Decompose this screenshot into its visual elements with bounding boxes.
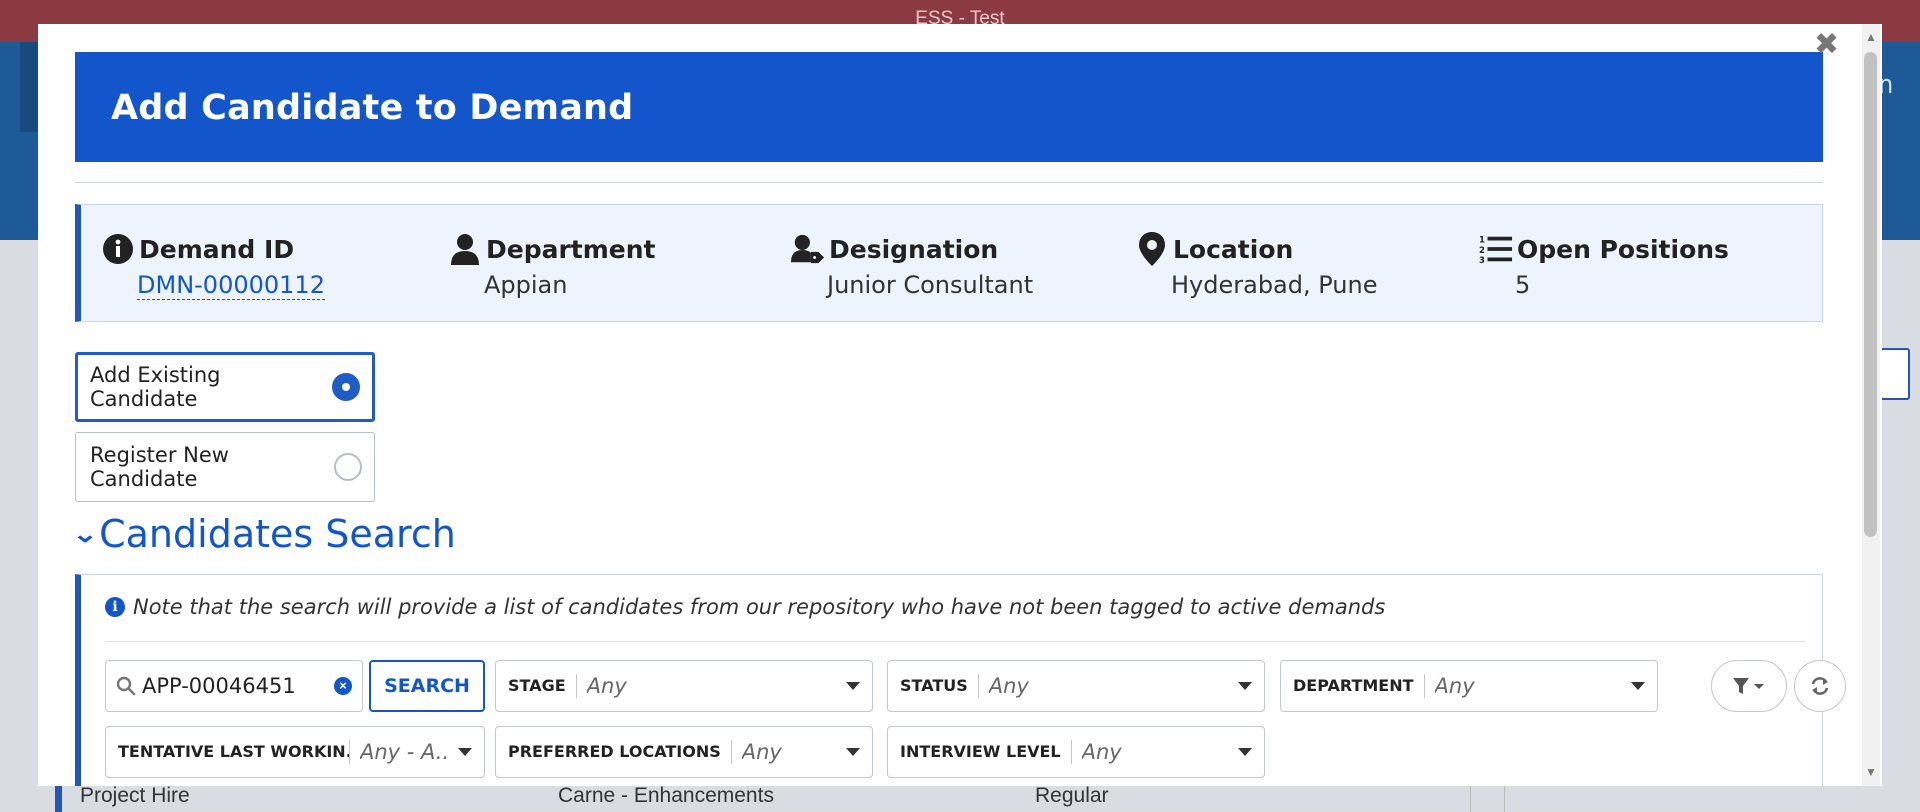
search-note-text: Note that the search will provide a list… [133,595,1386,619]
demand-id-label: Demand ID [139,234,295,264]
location-label: Location [1173,234,1294,264]
register-new-candidate-label: Register New Candidate [90,443,229,491]
radio-unselected-icon[interactable] [334,453,362,481]
preferred-locations-filter[interactable]: PREFERRED LOCATIONS Any [495,726,873,778]
location-field: Location Hyderabad, Pune [1135,231,1378,299]
add-candidate-modal: Add Candidate to Demand Demand ID DMN-00… [38,24,1882,786]
background-box [1880,348,1910,400]
open-positions-field: 123 Open Positions 5 [1479,231,1729,300]
search-input[interactable]: APP-00046451 × [105,660,363,712]
status-filter-value: Any [988,674,1029,698]
user-icon [448,232,482,266]
close-icon[interactable]: ✖ [1814,30,1839,60]
caret-down-icon [1238,682,1252,690]
svg-text:3: 3 [1479,256,1485,265]
interview-level-label: INTERVIEW LEVEL [900,740,1072,764]
candidates-search-title: Candidates Search [99,512,456,556]
add-existing-candidate-option[interactable]: Add Existing Candidate [75,352,375,422]
demand-id-link[interactable]: DMN-00000112 [137,271,325,300]
designation-label: Designation [829,234,999,264]
search-icon [116,676,136,696]
scroll-up-icon[interactable]: ▲ [1865,30,1877,44]
preferred-locations-label: PREFERRED LOCATIONS [508,740,732,764]
candidates-search-toggle[interactable]: ⌄ Candidates Search [71,512,456,556]
stage-filter[interactable]: STAGE Any [495,660,873,712]
filter-menu-button[interactable] [1711,660,1787,712]
refresh-button[interactable] [1794,660,1846,712]
map-marker-icon [1135,232,1169,266]
caret-down-icon [1238,748,1252,756]
user-tag-icon [791,232,825,266]
table-cell-category: Regular [1035,784,1109,807]
open-positions-value: 5 [1515,271,1531,299]
table-divider [1504,784,1505,812]
tentative-last-working-filter[interactable]: TENTATIVE LAST WORKIN... Any - A... [105,726,485,778]
table-divider [1470,784,1471,812]
interview-level-value: Any [1081,740,1122,764]
radio-selected-icon[interactable] [332,373,360,401]
preferred-locations-value: Any [741,740,782,764]
tentative-last-working-label: TENTATIVE LAST WORKIN... [118,740,350,764]
scroll-down-icon[interactable]: ▼ [1865,765,1877,779]
interview-level-filter[interactable]: INTERVIEW LEVEL Any [887,726,1265,778]
table-cell-project: Carne - Enhancements [558,784,774,807]
caret-down-icon [846,682,860,690]
designation-value: Junior Consultant [827,271,1034,299]
candidates-search-panel: i Note that the search will provide a li… [75,574,1846,786]
caret-down-icon [1631,682,1645,690]
svg-text:1: 1 [1479,235,1485,245]
divider [75,182,1823,183]
status-filter-label: STATUS [900,674,979,698]
stage-filter-value: Any [586,674,627,698]
refresh-icon [1811,677,1829,695]
department-label: Department [486,234,656,264]
modal-title: Add Candidate to Demand [111,88,634,128]
info-icon: i [105,597,125,617]
designation-field: Designation Junior Consultant [791,231,1033,299]
demand-id-field: Demand ID DMN-00000112 [101,231,325,300]
tentative-last-working-value: Any - A... [360,740,450,764]
location-value: Hyderabad, Pune [1171,271,1378,299]
svg-text:2: 2 [1479,246,1485,256]
status-filter[interactable]: STATUS Any [887,660,1265,712]
table-cell-type: Project Hire [80,784,190,807]
department-filter[interactable]: DEPARTMENT Any [1280,660,1658,712]
search-button[interactable]: SEARCH [369,660,485,712]
modal-header: Add Candidate to Demand [75,52,1823,162]
caret-down-icon [458,748,472,756]
register-new-candidate-option[interactable]: Register New Candidate [75,432,375,502]
stage-filter-label: STAGE [508,674,577,698]
clear-search-icon[interactable]: × [334,677,352,695]
department-filter-label: DEPARTMENT [1293,674,1425,698]
chevron-down-icon: ⌄ [71,520,99,548]
scrollbar-thumb[interactable] [1864,52,1877,537]
table-row-accent [55,784,62,812]
filter-icon [1733,678,1764,694]
add-existing-candidate-label: Add Existing Candidate [90,363,221,411]
caret-down-icon [846,748,860,756]
open-positions-label: Open Positions [1517,234,1729,264]
department-field: Department Appian [448,231,656,299]
department-value: Appian [484,271,568,299]
search-note: i Note that the search will provide a li… [105,595,1385,619]
divider [105,641,1805,642]
demand-info-bar: Demand ID DMN-00000112 Department Appian… [75,204,1823,322]
info-icon [101,232,135,266]
search-input-value[interactable]: APP-00046451 [142,674,334,698]
list-ordered-icon: 123 [1479,232,1513,266]
department-filter-value: Any [1434,674,1475,698]
